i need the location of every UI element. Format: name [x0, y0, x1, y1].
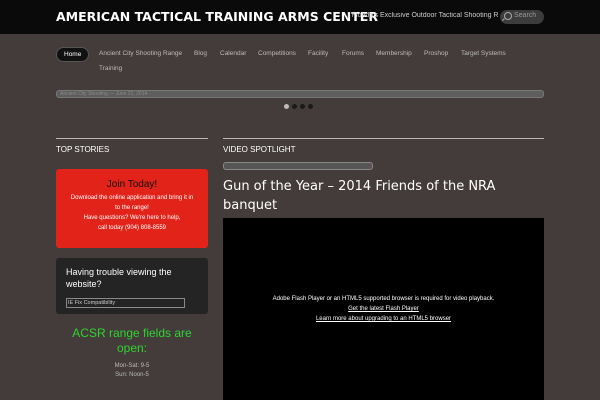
join-line-4: call today (904) 808-8559: [97, 225, 167, 231]
nav-training[interactable]: Training: [99, 65, 122, 72]
get-flash-link[interactable]: Get the latest Flash Player: [223, 304, 544, 314]
video-spotlight-rule: [223, 138, 544, 139]
nav-target-systems[interactable]: Target Systems: [461, 50, 506, 57]
join-today-title: Join Today!: [106, 179, 158, 190]
site-tagline: | Florida's Exclusive Outdoor Tactical S…: [348, 12, 498, 19]
hours-weekday: Mon-Sat: 9-5: [114, 363, 150, 369]
join-line-3: Have questions? We're here to help,: [83, 215, 181, 221]
range-status-title: ACSR range fields are open:: [72, 326, 192, 355]
nav-home[interactable]: Home: [56, 47, 90, 62]
search-box[interactable]: Search: [500, 10, 544, 24]
video-selector-bar[interactable]: [223, 162, 373, 170]
top-stories-heading: TOP STORIES: [56, 145, 110, 154]
slider-dot-3[interactable]: [300, 104, 305, 109]
join-today-box[interactable]: Join Today! Download the online applicat…: [56, 169, 208, 248]
nav-ancient-city[interactable]: Ancient City Shooting Range: [99, 50, 182, 57]
browser-help-title: Having trouble viewing the website?: [66, 267, 172, 289]
hours-sunday: Sun: Noon-5: [115, 372, 149, 378]
join-line-2: to the range!: [115, 205, 149, 211]
browser-help-box: Having trouble viewing the website? IE F…: [56, 258, 208, 314]
video-spotlight-heading: VIDEO SPOTLIGHT: [223, 145, 296, 154]
video-player[interactable]: Adobe Flash Player or an HTML5 supported…: [223, 218, 544, 400]
html5-upgrade-link[interactable]: Learn more about upgrading to an HTML5 b…: [223, 314, 544, 324]
top-stories-rule: [56, 138, 208, 139]
nav-competitions[interactable]: Competitions: [258, 50, 296, 57]
join-line-1: Download the online application and brin…: [70, 195, 194, 201]
site-title[interactable]: AMERICAN TACTICAL TRAINING ARMS CENTER: [56, 9, 378, 24]
nav-membership[interactable]: Membership: [376, 50, 412, 57]
top-bar: AMERICAN TACTICAL TRAINING ARMS CENTER |…: [0, 0, 600, 34]
ie-fix-link[interactable]: IE Fix Compatibility: [66, 298, 185, 308]
slider-caption: Ancient City Shooting — June 21, 2014: [60, 91, 148, 97]
search-placeholder: Search: [514, 12, 537, 19]
nav-calendar[interactable]: Calendar: [220, 50, 246, 57]
slider-dot-1[interactable]: [284, 104, 289, 109]
slider-dot-2[interactable]: [292, 104, 297, 109]
search-icon: [504, 12, 512, 20]
video-flash-message: Adobe Flash Player or an HTML5 supported…: [272, 296, 495, 302]
nav-proshop[interactable]: Proshop: [424, 50, 448, 57]
nav-forums[interactable]: Forums: [342, 50, 364, 57]
range-hours: Mon-Sat: 9-5 Sun: Noon-5: [56, 362, 208, 380]
video-title[interactable]: Gun of the Year – 2014 Friends of the NR…: [223, 177, 543, 215]
slider-dot-4[interactable]: [308, 104, 313, 109]
nav-facility[interactable]: Facility: [308, 50, 328, 57]
nav-blog[interactable]: Blog: [194, 50, 207, 57]
slider-caption-bar[interactable]: Ancient City Shooting — June 21, 2014: [56, 90, 544, 98]
